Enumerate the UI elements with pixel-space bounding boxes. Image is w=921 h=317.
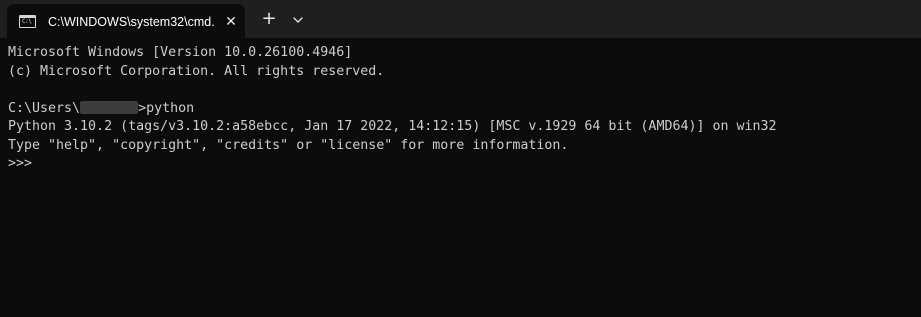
banner-version-line: Microsoft Windows [Version 10.0.26100.49… — [8, 45, 353, 60]
tab-bar: C:\ C:\WINDOWS\system32\cmd. ✕ + — [0, 0, 921, 38]
terminal-window: C:\ C:\WINDOWS\system32\cmd. ✕ + Microso… — [0, 0, 921, 317]
python-help-line: Type "help", "copyright", "credits" or "… — [8, 137, 569, 153]
console-area[interactable]: Microsoft Windows [Version 10.0.26100.49… — [0, 38, 921, 317]
tab-title: C:\WINDOWS\system32\cmd. — [48, 15, 215, 29]
command-prompt-icon: C:\ — [19, 15, 36, 28]
repl-prompt[interactable]: >>> — [8, 155, 777, 174]
profile-dropdown-button[interactable] — [288, 10, 308, 30]
redacted-username — [80, 100, 139, 114]
command-line: C:\Users\ >python — [8, 100, 777, 119]
typed-command: >python — [138, 100, 195, 116]
python-version-line: Python 3.10.2 (tags/v3.10.2:a58ebcc, Jan… — [8, 119, 777, 134]
tab-cmd[interactable]: C:\ C:\WINDOWS\system32\cmd. ✕ — [7, 4, 245, 38]
close-tab-button[interactable]: ✕ — [222, 13, 240, 31]
chevron-down-icon — [293, 17, 303, 23]
prompt-path: C:\Users\ — [8, 100, 81, 116]
new-tab-button[interactable]: + — [258, 9, 280, 29]
console-output: Microsoft Windows [Version 10.0.26100.49… — [8, 44, 777, 174]
banner-copyright-line: (c) Microsoft Corporation. All rights re… — [8, 63, 385, 79]
